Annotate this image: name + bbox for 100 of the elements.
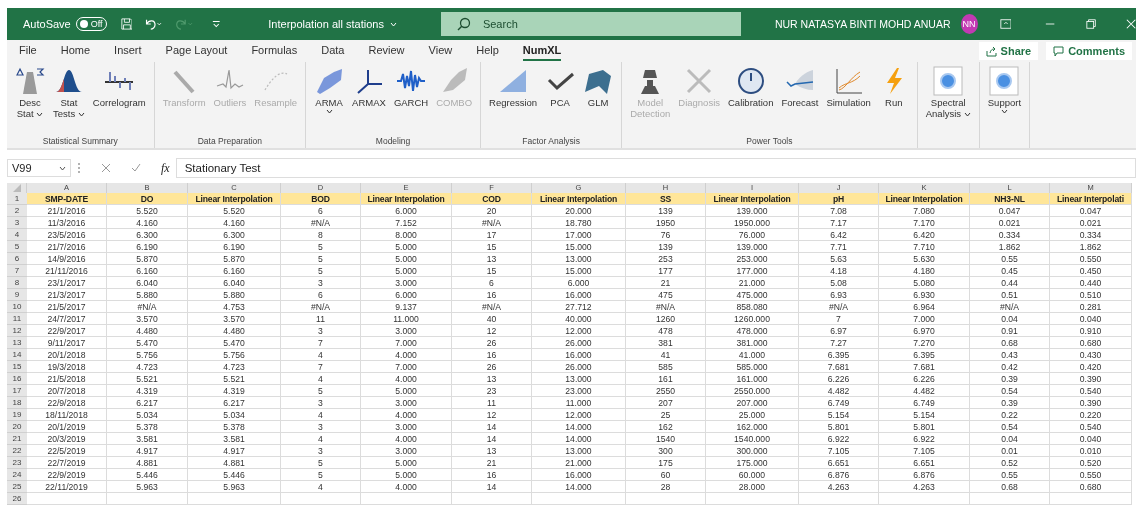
- table-cell[interactable]: 0.01: [970, 445, 1050, 457]
- table-cell[interactable]: 2550: [626, 385, 706, 397]
- table-cell[interactable]: 13: [452, 253, 532, 265]
- table-cell[interactable]: 14/9/2016: [27, 253, 107, 265]
- table-cell[interactable]: 6.000: [361, 205, 452, 217]
- table-cell[interactable]: #N/A: [452, 301, 532, 313]
- table-cell[interactable]: 20: [452, 205, 532, 217]
- menu-tab[interactable]: Review: [368, 41, 405, 61]
- table-cell[interactable]: 381.000: [706, 337, 799, 349]
- header-cell[interactable]: BOD: [281, 193, 361, 205]
- table-cell[interactable]: 4.917: [188, 445, 281, 457]
- table-cell[interactable]: 6.749: [879, 397, 970, 409]
- table-cell[interactable]: 161: [626, 373, 706, 385]
- table-cell[interactable]: 1.862: [1050, 241, 1132, 253]
- table-cell[interactable]: 6.226: [799, 373, 879, 385]
- table-cell[interactable]: 13: [452, 445, 532, 457]
- close-icon[interactable]: [1125, 18, 1136, 30]
- menu-tab[interactable]: Insert: [114, 41, 142, 61]
- table-cell[interactable]: 7.000: [361, 337, 452, 349]
- menu-tab[interactable]: File: [19, 41, 37, 61]
- table-cell[interactable]: 7.270: [879, 337, 970, 349]
- table-cell[interactable]: 4: [281, 373, 361, 385]
- table-cell[interactable]: 16: [452, 289, 532, 301]
- row-header[interactable]: 18: [7, 397, 27, 409]
- table-cell[interactable]: 0.39: [970, 397, 1050, 409]
- table-cell[interactable]: 0.550: [1050, 253, 1132, 265]
- table-cell[interactable]: 478: [626, 325, 706, 337]
- table-cell[interactable]: 0.540: [1050, 421, 1132, 433]
- table-cell[interactable]: 6: [281, 289, 361, 301]
- table-cell[interactable]: 4.753: [188, 301, 281, 313]
- table-cell[interactable]: [107, 493, 188, 505]
- table-cell[interactable]: 0.52: [970, 457, 1050, 469]
- table-cell[interactable]: 6.651: [799, 457, 879, 469]
- table-cell[interactable]: 21: [452, 457, 532, 469]
- table-cell[interactable]: 7.105: [799, 445, 879, 457]
- table-cell[interactable]: 8.000: [361, 229, 452, 241]
- table-cell[interactable]: 0.010: [1050, 445, 1132, 457]
- table-cell[interactable]: 17.000: [532, 229, 626, 241]
- table-cell[interactable]: 0.390: [1050, 373, 1132, 385]
- table-cell[interactable]: 5.000: [361, 253, 452, 265]
- table-cell[interactable]: 28: [626, 481, 706, 493]
- table-cell[interactable]: [706, 493, 799, 505]
- header-cell[interactable]: Linear Interpolation: [361, 193, 452, 205]
- table-cell[interactable]: 14: [452, 433, 532, 445]
- table-cell[interactable]: 5.870: [188, 253, 281, 265]
- row-header[interactable]: 11: [7, 313, 27, 325]
- table-cell[interactable]: 6: [452, 277, 532, 289]
- table-cell[interactable]: 27.712: [532, 301, 626, 313]
- table-cell[interactable]: 25: [626, 409, 706, 421]
- table-cell[interactable]: 5.446: [107, 469, 188, 481]
- table-cell[interactable]: [27, 493, 107, 505]
- table-cell[interactable]: 4.000: [361, 373, 452, 385]
- formula-field[interactable]: Stationary Test: [175, 158, 1136, 178]
- table-cell[interactable]: 139: [626, 205, 706, 217]
- table-cell[interactable]: 3: [281, 325, 361, 337]
- row-header[interactable]: 26: [7, 493, 27, 505]
- table-cell[interactable]: 20.000: [532, 205, 626, 217]
- table-cell[interactable]: 5: [281, 265, 361, 277]
- table-cell[interactable]: 4.319: [107, 385, 188, 397]
- table-cell[interactable]: 300: [626, 445, 706, 457]
- table-cell[interactable]: 11: [281, 313, 361, 325]
- table-cell[interactable]: 4.482: [879, 385, 970, 397]
- table-cell[interactable]: 7.000: [361, 361, 452, 373]
- table-cell[interactable]: 7.71: [799, 241, 879, 253]
- table-cell[interactable]: 2550.000: [706, 385, 799, 397]
- table-cell[interactable]: 21/5/2018: [27, 373, 107, 385]
- table-cell[interactable]: 177.000: [706, 265, 799, 277]
- table-cell[interactable]: 162.000: [706, 421, 799, 433]
- table-cell[interactable]: 6: [281, 205, 361, 217]
- table-cell[interactable]: 5.08: [799, 277, 879, 289]
- table-cell[interactable]: 7: [281, 337, 361, 349]
- row-header[interactable]: 23: [7, 457, 27, 469]
- table-cell[interactable]: 23/5/2016: [27, 229, 107, 241]
- table-cell[interactable]: 5.963: [107, 481, 188, 493]
- table-cell[interactable]: 3.000: [361, 397, 452, 409]
- row-header[interactable]: 5: [7, 241, 27, 253]
- undo-icon[interactable]: [144, 17, 164, 31]
- ribbon-button[interactable]: ARMAX: [350, 66, 388, 136]
- ribbon-button[interactable]: GLM: [581, 66, 616, 136]
- table-cell[interactable]: 16.000: [532, 289, 626, 301]
- table-cell[interactable]: 14: [452, 481, 532, 493]
- table-cell[interactable]: 14.000: [532, 433, 626, 445]
- row-header[interactable]: 6: [7, 253, 27, 265]
- table-cell[interactable]: 7.17: [799, 217, 879, 229]
- header-cell[interactable]: NH3-NL: [970, 193, 1050, 205]
- menu-tab[interactable]: Formulas: [251, 41, 298, 61]
- table-cell[interactable]: 3.581: [188, 433, 281, 445]
- table-cell[interactable]: 4.917: [107, 445, 188, 457]
- table-cell[interactable]: 5.154: [799, 409, 879, 421]
- table-cell[interactable]: 0.550: [1050, 469, 1132, 481]
- row-header[interactable]: 2: [7, 205, 27, 217]
- table-cell[interactable]: 9/11/2017: [27, 337, 107, 349]
- table-cell[interactable]: 5: [281, 385, 361, 397]
- ribbon-button[interactable]: ARMA: [312, 66, 347, 136]
- table-cell[interactable]: 26: [452, 361, 532, 373]
- table-cell[interactable]: 40.000: [532, 313, 626, 325]
- table-cell[interactable]: 0.680: [1050, 481, 1132, 493]
- table-cell[interactable]: 16.000: [532, 469, 626, 481]
- table-cell[interactable]: 175.000: [706, 457, 799, 469]
- header-cell[interactable]: pH: [799, 193, 879, 205]
